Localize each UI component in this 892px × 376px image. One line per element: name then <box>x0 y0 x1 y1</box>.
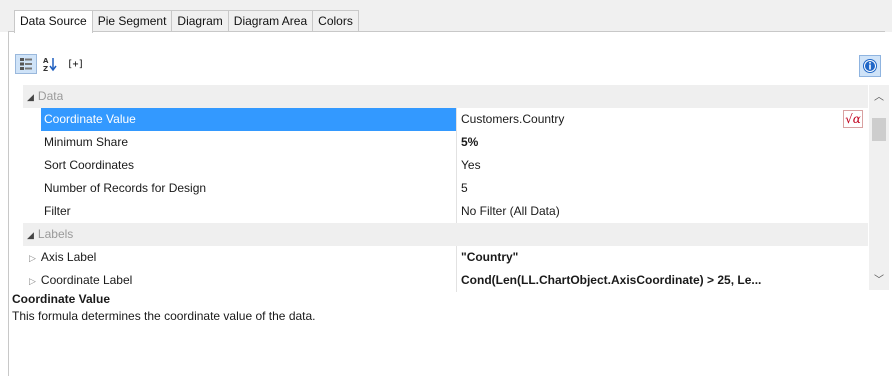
expand-triangle-icon[interactable]: ▷ <box>29 276 36 286</box>
tab-strip: Data Source Pie Segment Diagram Diagram … <box>14 10 359 33</box>
formula-icon: √α <box>845 112 861 126</box>
collapse-triangle-icon: ◢ <box>27 230 34 240</box>
description-text: This formula determines the coordinate v… <box>12 309 316 323</box>
formula-button[interactable]: √α <box>843 110 863 128</box>
property-value[interactable]: 5 <box>459 177 866 200</box>
svg-text:A: A <box>43 57 49 65</box>
sort-alpha-icon: A Z <box>43 57 57 72</box>
tab-diagram[interactable]: Diagram <box>171 10 229 31</box>
scroll-thumb[interactable] <box>872 118 886 141</box>
property-row-number-of-records[interactable]: Number of Records for Design 5 <box>23 177 868 200</box>
column-divider <box>456 200 457 223</box>
categorized-icon <box>20 58 32 70</box>
info-button[interactable] <box>859 55 881 77</box>
info-icon <box>863 59 877 73</box>
description-title: Coordinate Value <box>12 292 111 306</box>
property-value[interactable]: "Country" <box>459 246 866 269</box>
property-grid: ◢ Data Coordinate Value Customers.Country… <box>23 85 868 292</box>
property-value[interactable]: No Filter (All Data) <box>459 200 866 223</box>
property-toolbar: A Z [+] <box>15 54 84 74</box>
column-divider <box>456 269 457 292</box>
property-row-axis-label[interactable]: ▷ Axis Label "Country" <box>23 246 868 269</box>
tab-diagram-area[interactable]: Diagram Area <box>227 10 314 31</box>
property-name: ▷ Coordinate Label <box>29 273 133 287</box>
column-divider <box>456 177 457 200</box>
svg-text:Z: Z <box>43 65 48 72</box>
sort-alphabetical-button[interactable]: A Z <box>39 54 61 74</box>
property-value[interactable]: Cond(Len(LL.ChartObject.AxisCoordinate) … <box>459 269 866 292</box>
property-value[interactable]: Customers.Country <box>459 108 866 131</box>
vertical-scrollbar[interactable]: ︿ ﹀ <box>869 85 889 290</box>
collapse-triangle-icon: ◢ <box>27 92 34 102</box>
expand-all-button[interactable]: [+] <box>63 59 84 70</box>
category-label: Data <box>37 89 64 103</box>
column-divider <box>456 108 457 131</box>
property-name: Sort Coordinates <box>44 158 135 172</box>
scroll-up-icon[interactable]: ︿ <box>869 85 889 105</box>
category-data[interactable]: ◢ Data <box>23 85 868 108</box>
category-label: Labels <box>37 227 74 241</box>
property-name: Coordinate Value <box>41 108 456 131</box>
property-value[interactable]: Yes <box>459 154 866 177</box>
property-name: Minimum Share <box>44 135 129 149</box>
property-row-filter[interactable]: Filter No Filter (All Data) <box>23 200 868 223</box>
property-row-coordinate-value[interactable]: Coordinate Value Customers.Country √α <box>23 108 868 131</box>
tab-colors[interactable]: Colors <box>312 10 359 31</box>
tab-data-source[interactable]: Data Source <box>14 10 93 33</box>
expand-triangle-icon[interactable]: ▷ <box>29 253 36 263</box>
property-name: ▷ Axis Label <box>29 250 97 264</box>
property-row-coordinate-label[interactable]: ▷ Coordinate Label Cond(Len(LL.ChartObjec… <box>23 269 868 292</box>
column-divider <box>456 246 457 269</box>
category-labels[interactable]: ◢ Labels <box>23 223 868 246</box>
property-value[interactable]: 5% <box>459 131 866 154</box>
tab-bar: Data Source Pie Segment Diagram Diagram … <box>0 0 892 33</box>
property-row-sort-coordinates[interactable]: Sort Coordinates Yes <box>23 154 868 177</box>
categorized-view-button[interactable] <box>15 54 37 74</box>
property-row-minimum-share[interactable]: Minimum Share 5% <box>23 131 868 154</box>
column-divider <box>456 131 457 154</box>
column-divider <box>456 154 457 177</box>
property-name: Filter <box>44 204 71 218</box>
property-name: Number of Records for Design <box>44 181 207 195</box>
scroll-down-icon[interactable]: ﹀ <box>869 268 889 288</box>
tab-pie-segment[interactable]: Pie Segment <box>91 10 173 31</box>
